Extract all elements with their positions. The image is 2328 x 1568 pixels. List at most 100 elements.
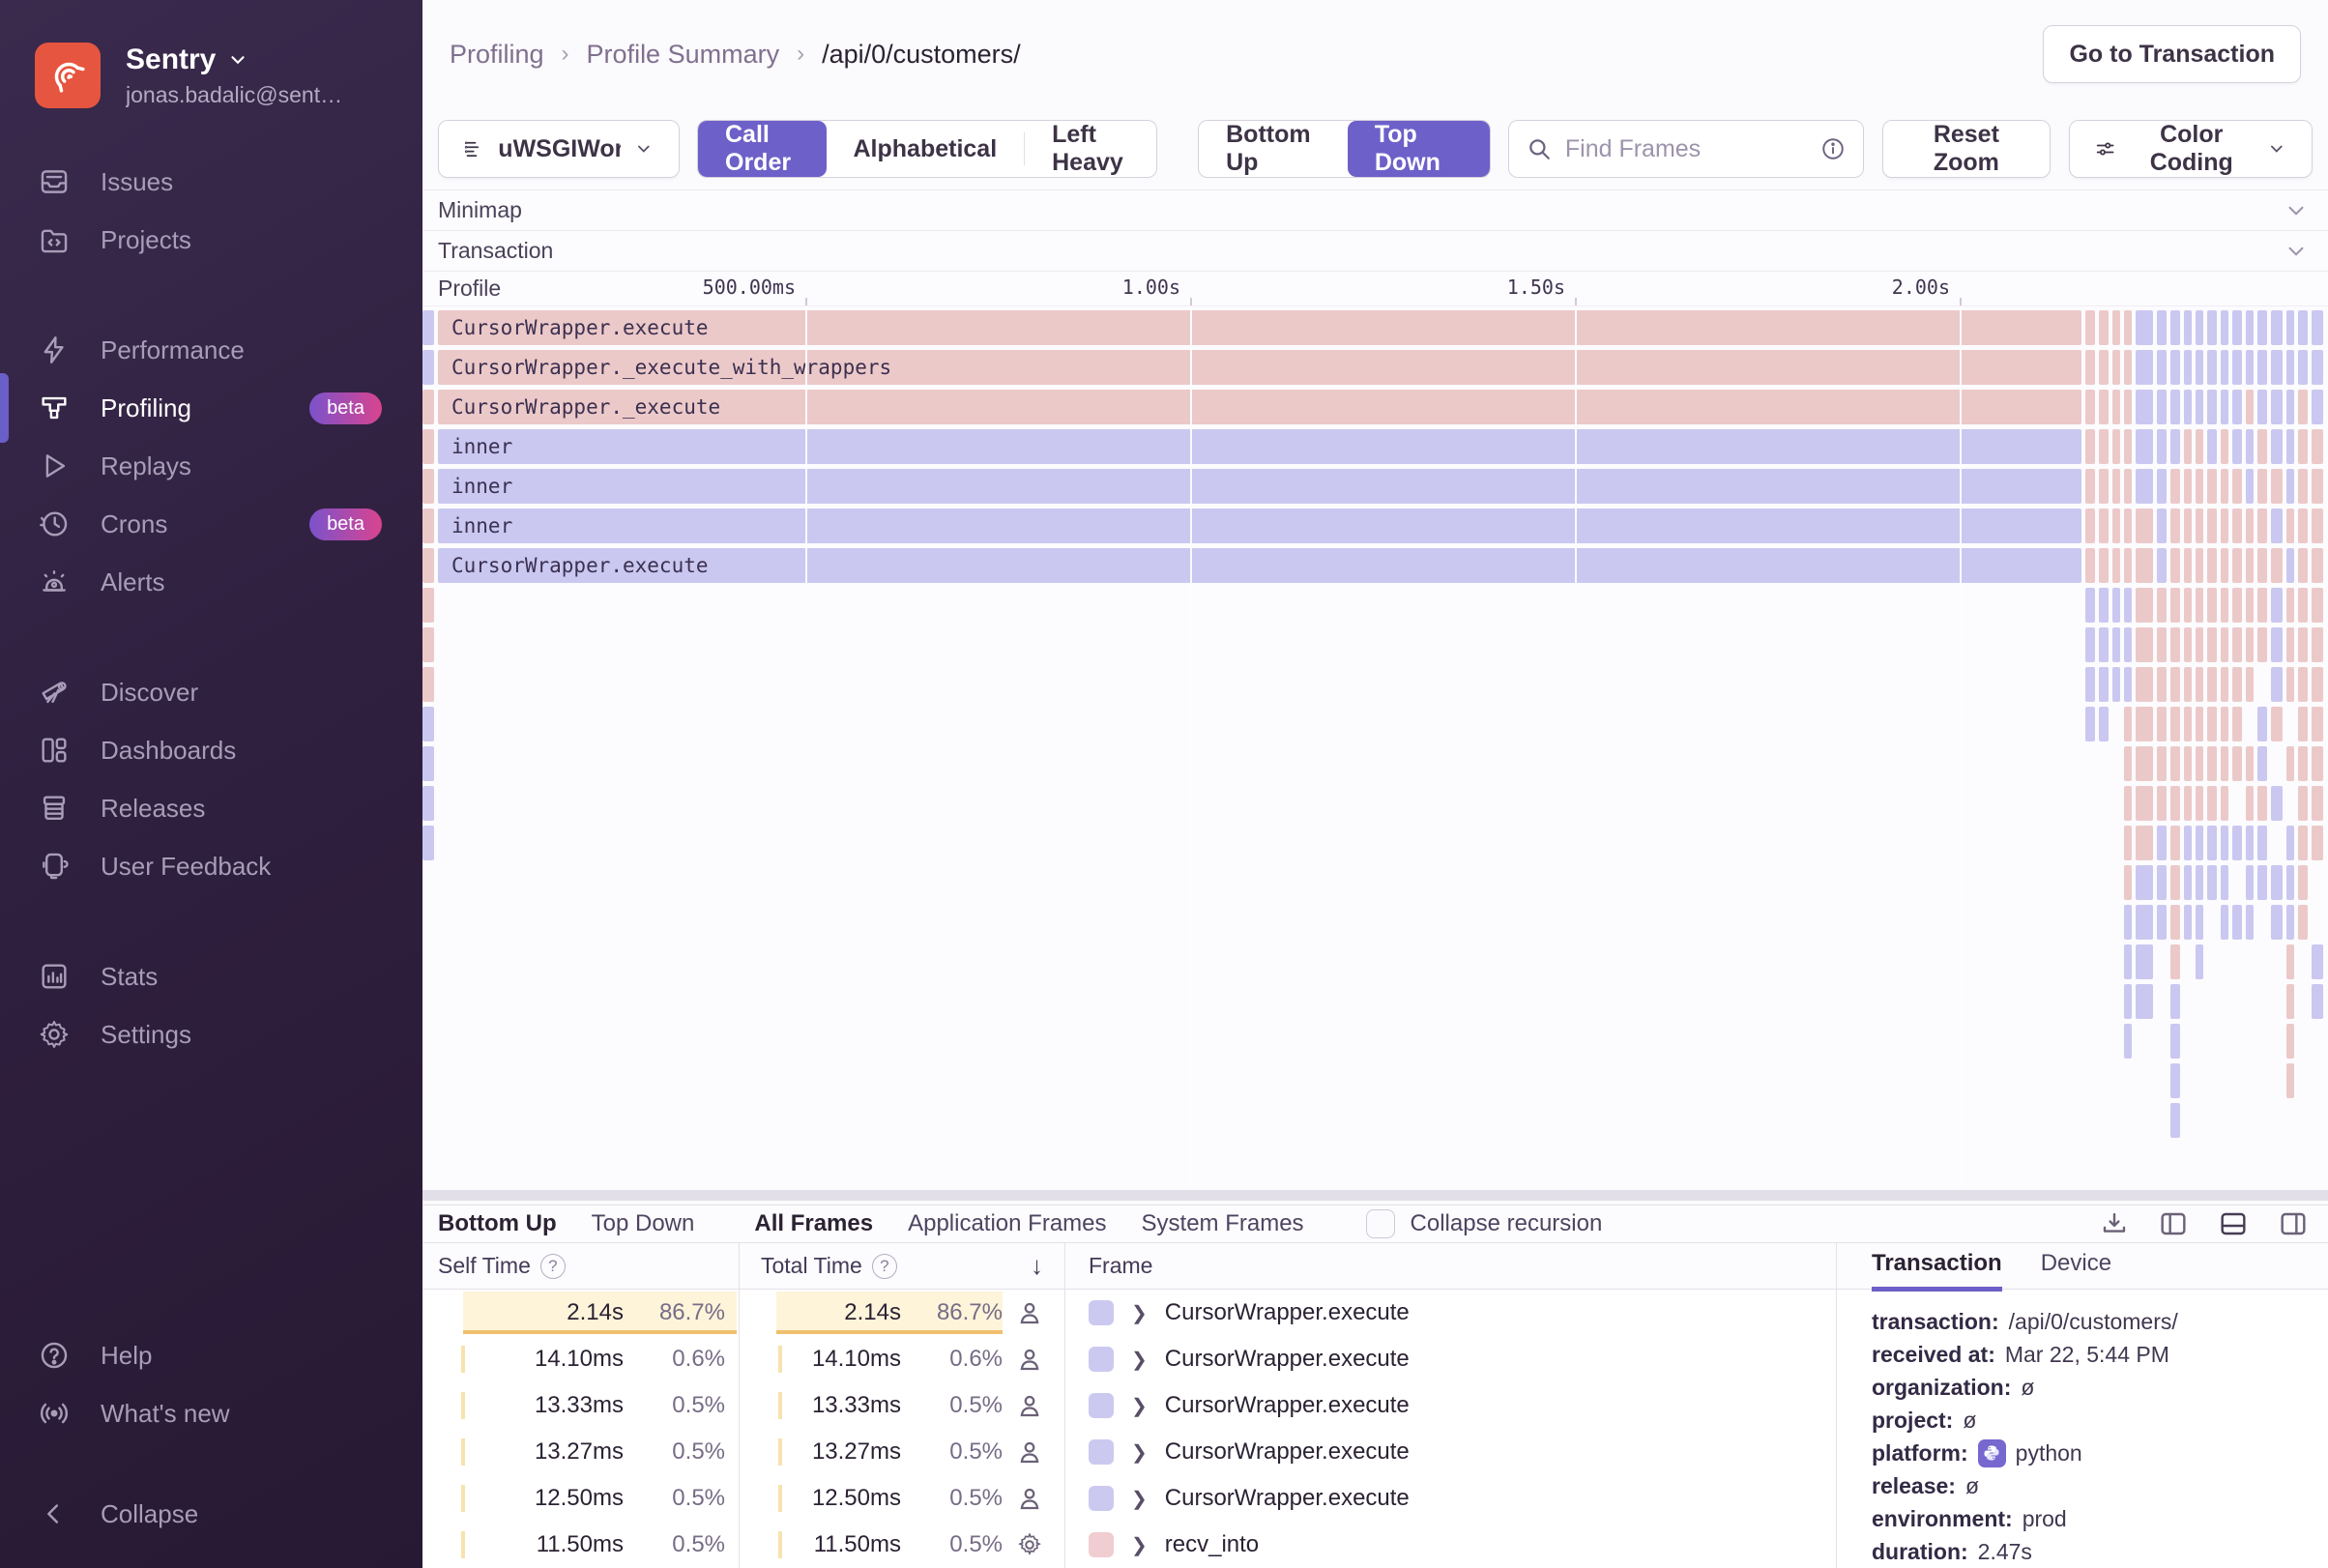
flame-frame-small[interactable] (2221, 429, 2228, 464)
flame-frame-small[interactable] (2157, 707, 2167, 741)
flame-frame-cursorwrapper-execute[interactable]: CursorWrapper.execute (438, 548, 2081, 583)
flame-frame-small[interactable] (2136, 786, 2153, 821)
flame-frame-small[interactable] (2312, 350, 2323, 385)
flame-frame-small[interactable] (2207, 746, 2217, 781)
sidebar-item-crons[interactable]: Crons beta (0, 495, 422, 553)
flame-frame-small[interactable] (2124, 984, 2132, 1019)
sidebar-item-dashboards[interactable]: Dashboards (0, 721, 422, 779)
frame-row-cursorwrapper-execute[interactable]: ❯ CursorWrapper.execute (1065, 1382, 1836, 1429)
flame-frame-small[interactable] (2112, 390, 2120, 424)
flame-frame-small[interactable] (2312, 984, 2323, 1019)
flame-frame-small[interactable] (2136, 865, 2153, 900)
flame-frame-small[interactable] (2221, 390, 2228, 424)
flame-frame-small[interactable] (2136, 588, 2153, 623)
flame-frame-small[interactable] (2136, 905, 2153, 940)
flame-frame-small[interactable] (2124, 429, 2132, 464)
flame-frame-small[interactable] (2184, 429, 2192, 464)
flame-frame-small[interactable] (2157, 746, 2167, 781)
flame-frame-small[interactable] (2246, 826, 2254, 860)
flame-frame-small[interactable] (2196, 310, 2203, 345)
flame-frame-small[interactable] (2221, 469, 2228, 504)
flame-frame-small[interactable] (2257, 429, 2267, 464)
flame-frame-small[interactable] (2312, 469, 2323, 504)
frame-row-cursorwrapper-execute[interactable]: ❯ CursorWrapper.execute (1065, 1475, 1836, 1522)
flame-frame-small[interactable] (2170, 667, 2180, 702)
flame-frame-small[interactable] (2207, 390, 2217, 424)
flame-frame-small[interactable] (2312, 667, 2323, 702)
flame-frame-small[interactable] (2207, 429, 2217, 464)
sidebar-item-discover[interactable]: Discover (0, 663, 422, 721)
flame-frame-small[interactable] (2298, 905, 2308, 940)
flame-frame-small[interactable] (2298, 707, 2308, 741)
flame-frame-small[interactable] (2221, 310, 2228, 345)
flame-frame-small[interactable] (2196, 707, 2203, 741)
flame-frame-small[interactable] (2085, 707, 2095, 741)
flame-frame-small[interactable] (2085, 508, 2095, 543)
flame-frame-small[interactable] (2085, 667, 2095, 702)
flame-frame-small[interactable] (2221, 508, 2228, 543)
flame-frame-small[interactable] (2157, 469, 2167, 504)
flame-frame-small[interactable] (2271, 627, 2283, 662)
flame-frame-small[interactable] (2271, 469, 2283, 504)
breadcrumb-profile-summary[interactable]: Profile Summary (587, 40, 780, 70)
sidebar-item-issues[interactable]: Issues (0, 153, 422, 211)
flame-frame-small[interactable] (2170, 429, 2180, 464)
flame-frame-small[interactable] (2085, 350, 2095, 385)
flame-frame-small[interactable] (2099, 667, 2109, 702)
flame-frame-small[interactable] (2170, 746, 2180, 781)
frame-row-cursorwrapper-execute[interactable]: ❯ CursorWrapper.execute (1065, 1336, 1836, 1382)
flame-frame-small[interactable] (2157, 905, 2167, 940)
flame-frame-small[interactable] (2184, 707, 2192, 741)
frame-row-recv-into[interactable]: ❯ recv_into (1065, 1522, 1836, 1568)
flame-frame-small[interactable] (2124, 944, 2132, 979)
flame-frame-small[interactable] (2170, 1063, 2180, 1098)
flame-frame-small[interactable] (2124, 905, 2132, 940)
flame-frame-small[interactable] (2136, 310, 2153, 345)
flame-frame-small[interactable] (2246, 548, 2254, 583)
flame-frame-small[interactable] (2170, 944, 2180, 979)
flame-frame-small[interactable] (2271, 350, 2283, 385)
flame-frame-small[interactable] (2184, 588, 2192, 623)
flame-frame-small[interactable] (2124, 390, 2132, 424)
flame-frame-small[interactable] (2312, 390, 2323, 424)
flame-frame-edge[interactable] (422, 627, 434, 662)
flame-frame-edge[interactable] (422, 350, 434, 385)
flame-frame-small[interactable] (2207, 786, 2217, 821)
flame-frame-small[interactable] (2136, 984, 2153, 1019)
flame-frame-small[interactable] (2184, 469, 2192, 504)
flame-frame-small[interactable] (2170, 1103, 2180, 1138)
total-time-cell[interactable]: 11.50ms 0.5% (740, 1522, 1064, 1568)
expand-chevron-icon[interactable]: ❯ (1131, 1440, 1148, 1465)
flame-frame-small[interactable] (2257, 469, 2267, 504)
sidebar-collapse-button[interactable]: Collapse (0, 1485, 422, 1543)
flame-frame-small[interactable] (2312, 508, 2323, 543)
flame-frame-small[interactable] (2207, 548, 2217, 583)
flame-frame-small[interactable] (2257, 390, 2267, 424)
flame-frame-small[interactable] (2136, 746, 2153, 781)
flame-frame-small[interactable] (2286, 429, 2294, 464)
flame-frame-small[interactable] (2232, 826, 2242, 860)
flame-frame-small[interactable] (2157, 826, 2167, 860)
flame-frame-small[interactable] (2246, 350, 2254, 385)
flame-frame-small[interactable] (2170, 826, 2180, 860)
self-time-cell[interactable]: 13.33ms 0.5% (422, 1382, 739, 1429)
flame-frame-small[interactable] (2184, 508, 2192, 543)
self-time-cell[interactable]: 14.10ms 0.6% (422, 1336, 739, 1382)
flame-frame-small[interactable] (2271, 548, 2283, 583)
flame-frame-small[interactable] (2257, 588, 2267, 623)
sidebar-item-alerts[interactable]: Alerts (0, 553, 422, 611)
flame-frame-small[interactable] (2124, 508, 2132, 543)
total-time-cell[interactable]: 13.27ms 0.5% (740, 1429, 1064, 1475)
flame-frame-small[interactable] (2232, 905, 2242, 940)
flame-frame-small[interactable] (2286, 508, 2294, 543)
flame-frame-small[interactable] (2085, 469, 2095, 504)
flame-frame-small[interactable] (2246, 905, 2254, 940)
find-frames-search[interactable] (1507, 120, 1864, 178)
flame-frame-small[interactable] (2312, 786, 2323, 821)
flame-frame-small[interactable] (2232, 390, 2242, 424)
direction-option-top-down[interactable]: Top Down (1347, 121, 1490, 177)
flame-frame-small[interactable] (2257, 746, 2267, 781)
flame-frame-small[interactable] (2298, 746, 2308, 781)
flame-frame-small[interactable] (2257, 826, 2267, 860)
flame-frame-small[interactable] (2286, 1063, 2294, 1098)
